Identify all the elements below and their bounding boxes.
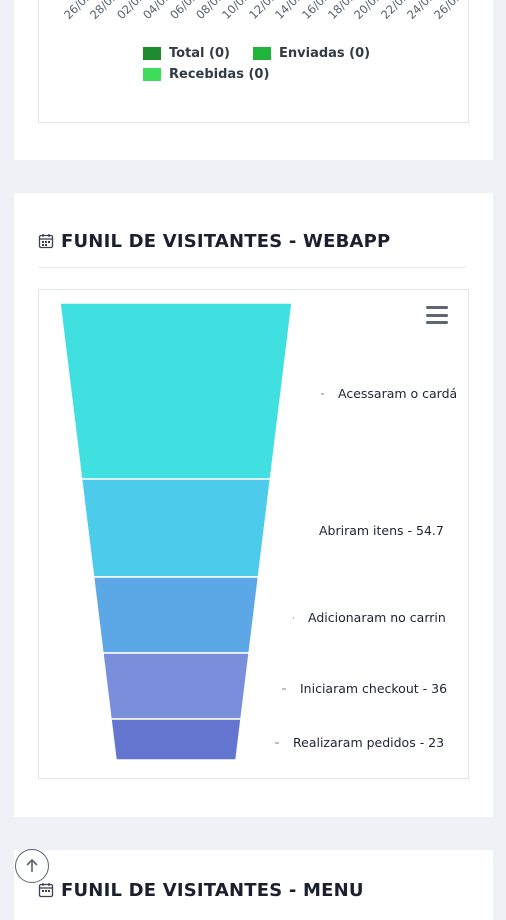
legend-item-total[interactable]: Total (0) [143, 46, 230, 61]
funnel-chart: Acessaram o cardá Abriram itens - 54.7 Adi… [38, 289, 469, 779]
calendar-icon [38, 883, 54, 898]
card-header: FUNIL DE VISITANTES - MENU [38, 872, 467, 908]
funnel-label: Acessaram o cardá [338, 386, 457, 401]
funnel-segment[interactable] [110, 718, 242, 761]
funnel-svg: Acessaram o cardá Abriram itens - 54.7 Adi… [59, 302, 457, 761]
funnel-label: Iniciaram checkout - 36 [300, 681, 447, 696]
x-axis-dates: 26/02 28/02 02/03 04/03 06/03 08/03 10/03 12/03… [39, 0, 468, 28]
legend-swatch [253, 47, 271, 60]
legend-item-enviadas[interactable]: Enviadas (0) [253, 46, 370, 61]
card-header: FUNIL DE VISITANTES - WEBAPP [38, 215, 467, 268]
legend-item-recebidas[interactable]: Recebidas (0) [143, 67, 269, 82]
funnel-label: Adicionaram no carrin [308, 610, 446, 625]
legend-swatch [143, 47, 161, 60]
messages-chart: 26/02 28/02 02/03 04/03 06/03 08/03 10/03 12/03… [38, 0, 469, 123]
scroll-to-top-button[interactable] [15, 849, 49, 883]
funnel-label: Abriram itens - 54.7 [319, 523, 444, 538]
messages-chart-card: 26/02 28/02 02/03 04/03 06/03 08/03 10/03 12/03… [14, 0, 493, 160]
legend-swatch [143, 68, 161, 81]
funnel-menu-card: FUNIL DE VISITANTES - MENU [14, 850, 493, 920]
card-title: FUNIL DE VISITANTES - WEBAPP [61, 230, 391, 252]
legend-label: Enviadas (0) [279, 46, 371, 61]
x-tick-label: 26/03 [430, 0, 465, 23]
funnel-segment[interactable] [59, 302, 293, 480]
funnel-segment[interactable] [102, 652, 250, 720]
arrow-up-icon [26, 858, 38, 872]
funnel-segment[interactable] [80, 478, 272, 578]
funnel-segment[interactable] [92, 576, 260, 654]
card-title: FUNIL DE VISITANTES - MENU [61, 879, 364, 901]
funnel-label: Realizaram pedidos - 23 [293, 735, 444, 750]
legend-label: Total (0) [169, 46, 230, 61]
legend-label: Recebidas (0) [169, 67, 270, 82]
calendar-icon [38, 234, 54, 249]
funnel-webapp-card: FUNIL DE VISITANTES - WEBAPP Acessaram o… [14, 193, 493, 817]
